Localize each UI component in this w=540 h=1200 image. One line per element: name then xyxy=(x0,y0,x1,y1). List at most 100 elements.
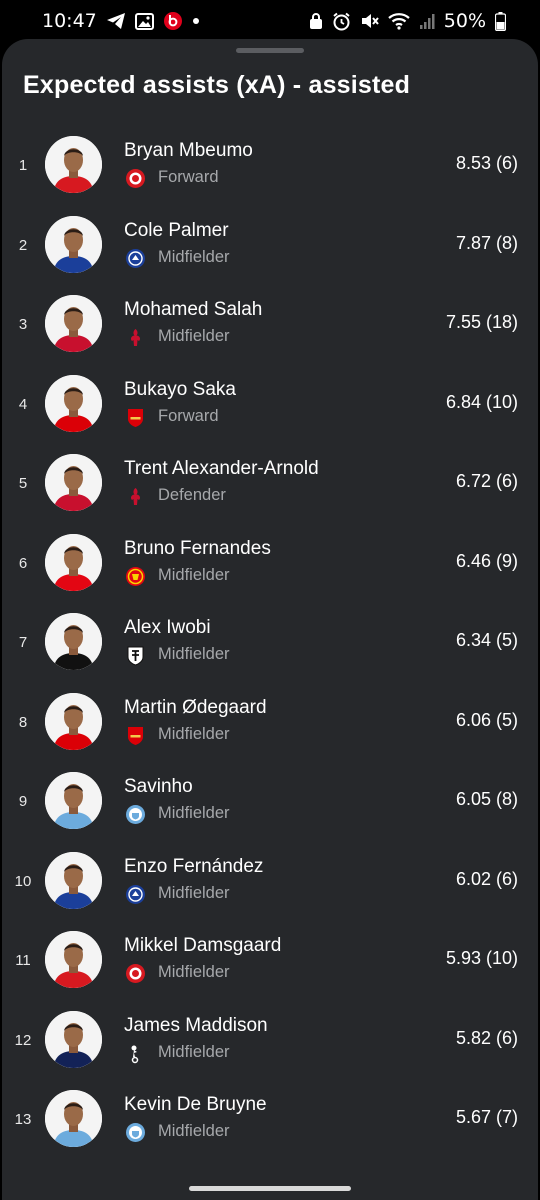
player-xa-value: 7.87 (8) xyxy=(455,232,518,253)
player-list[interactable]: 1 Bryan Mbeumo Forward 8.53 (6) 2 Cole Palmer… xyxy=(2,136,538,1170)
player-position: Midfielder xyxy=(158,1042,230,1061)
player-rank: 9 xyxy=(18,793,28,810)
arsenal-crest-icon xyxy=(125,725,146,746)
player-row[interactable]: 5 Trent Alexander-Arnold Defender 6.72 (6) xyxy=(2,454,538,534)
player-row[interactable]: 2 Cole Palmer Midfielder 7.87 (8) xyxy=(2,215,538,296)
player-row[interactable]: 12 James Maddison Midfielder 5.82 (6) xyxy=(2,1010,538,1091)
player-xa-value: 5.67 (7) xyxy=(455,1107,518,1127)
player-position: Midfielder xyxy=(158,565,230,584)
player-name: Mohamed Salah xyxy=(124,299,263,320)
player-position: Midfielder xyxy=(158,963,230,981)
dot-icon xyxy=(192,17,200,25)
battery-percent: 50% xyxy=(443,10,486,32)
player-rank: 10 xyxy=(14,872,32,890)
player-rank: 11 xyxy=(15,952,31,969)
player-row[interactable]: 10 Enzo Fernández Midfielder 6.02 (6) xyxy=(2,851,538,932)
player-name: Mikkel Damsgaard xyxy=(124,935,282,956)
player-name: Alex Iwobi xyxy=(124,617,211,638)
status-bar: 10:47 50% xyxy=(0,0,540,42)
player-avatar xyxy=(45,533,102,591)
player-xa-value: 7.55 (18) xyxy=(445,312,518,332)
player-xa-value: 5.82 (6) xyxy=(455,1027,518,1048)
player-position: Midfielder xyxy=(158,883,230,902)
player-row[interactable]: 3 Mohamed Salah Midfielder 7.55 (18) xyxy=(2,295,538,375)
player-row[interactable]: 13 Kevin De Bruyne Midfielder 5.67 (7) xyxy=(2,1090,538,1170)
player-avatar xyxy=(45,295,102,352)
player-position: Midfielder xyxy=(158,724,230,743)
telegram-icon xyxy=(106,12,126,30)
liverpool-crest-icon xyxy=(125,327,146,348)
player-name: Bryan Mbeumo xyxy=(124,140,253,161)
lock-icon xyxy=(309,12,323,30)
player-name: Enzo Fernández xyxy=(124,855,264,877)
player-xa-value: 6.46 (9) xyxy=(455,550,518,571)
status-bar-right: 50% xyxy=(309,10,506,32)
player-position: Midfielder xyxy=(158,804,230,822)
tottenham-crest-icon xyxy=(125,1043,146,1064)
player-xa-value: 6.06 (5) xyxy=(455,709,518,730)
player-avatar xyxy=(45,931,102,988)
player-rank: 8 xyxy=(18,713,28,731)
arsenal-crest-icon xyxy=(125,407,146,428)
player-xa-value: 6.02 (6) xyxy=(455,868,518,889)
player-rank: 1 xyxy=(18,157,28,174)
alarm-icon xyxy=(332,12,351,31)
player-row[interactable]: 9 Savinho Midfielder 6.05 (8) xyxy=(2,772,538,852)
player-avatar xyxy=(45,851,102,909)
player-position: Forward xyxy=(158,168,219,186)
status-bar-left: 10:47 xyxy=(42,10,200,32)
mute-icon xyxy=(360,12,379,30)
signal-icon xyxy=(419,13,435,30)
player-row[interactable]: 7 Alex Iwobi Midfielder 6.34 (5) xyxy=(2,613,538,693)
player-row[interactable]: 6 Bruno Fernandes Midfielder 6.46 (9) xyxy=(2,533,538,614)
battery-icon xyxy=(495,11,506,31)
player-rank: 2 xyxy=(18,236,28,254)
player-name: Trent Alexander-Arnold xyxy=(124,458,319,479)
player-name: Kevin De Bruyne xyxy=(124,1094,267,1115)
player-avatar xyxy=(45,454,102,511)
player-position: Midfielder xyxy=(158,247,230,266)
player-xa-value: 6.84 (10) xyxy=(445,391,518,412)
player-name: Bukayo Saka xyxy=(124,378,236,400)
player-name: Martin Ødegaard xyxy=(124,696,267,718)
chelsea-crest-icon xyxy=(125,884,146,905)
player-name: Bruno Fernandes xyxy=(124,537,271,559)
player-rank: 6 xyxy=(18,554,28,572)
player-rank: 13 xyxy=(14,1111,32,1128)
player-row[interactable]: 4 Bukayo Saka Forward 6.84 (10) xyxy=(2,374,538,455)
gesture-nav-bar[interactable] xyxy=(189,1186,351,1191)
player-avatar xyxy=(45,692,102,750)
player-rank: 4 xyxy=(18,395,28,413)
liverpool-crest-icon xyxy=(125,486,146,507)
player-xa-value: 8.53 (6) xyxy=(455,153,518,173)
player-xa-value: 6.05 (8) xyxy=(455,789,518,809)
player-row[interactable]: 11 Mikkel Damsgaard Midfielder 5.93 (10) xyxy=(2,931,538,1011)
player-position: Midfielder xyxy=(158,327,230,345)
player-avatar xyxy=(45,136,102,193)
sheet-title: Expected assists (xA) - assisted xyxy=(23,71,411,99)
player-rank: 3 xyxy=(18,316,28,333)
player-position: Defender xyxy=(158,486,226,504)
player-avatar xyxy=(45,215,102,273)
player-avatar xyxy=(45,1090,102,1147)
sheet-drag-handle[interactable] xyxy=(236,48,304,53)
player-avatar xyxy=(45,772,102,829)
player-rank: 12 xyxy=(14,1031,32,1049)
chelsea-crest-icon xyxy=(125,248,146,269)
player-xa-value: 5.93 (10) xyxy=(445,948,518,968)
player-row[interactable]: 8 Martin Ødegaard Midfielder 6.06 (5) xyxy=(2,692,538,773)
player-rank: 5 xyxy=(18,475,28,492)
player-name: Savinho xyxy=(124,776,193,797)
wifi-icon xyxy=(388,12,410,30)
player-xa-value: 6.34 (5) xyxy=(455,630,518,650)
player-row[interactable]: 1 Bryan Mbeumo Forward 8.53 (6) xyxy=(2,136,538,216)
player-position: Midfielder xyxy=(158,645,230,663)
man-city-crest-icon xyxy=(125,1122,146,1143)
beats-icon xyxy=(163,11,183,31)
player-name: James Maddison xyxy=(124,1014,268,1036)
player-name: Cole Palmer xyxy=(124,219,229,241)
player-rank: 7 xyxy=(18,634,28,651)
man-utd-crest-icon xyxy=(125,566,146,587)
man-city-crest-icon xyxy=(125,804,146,825)
player-avatar xyxy=(45,613,102,670)
